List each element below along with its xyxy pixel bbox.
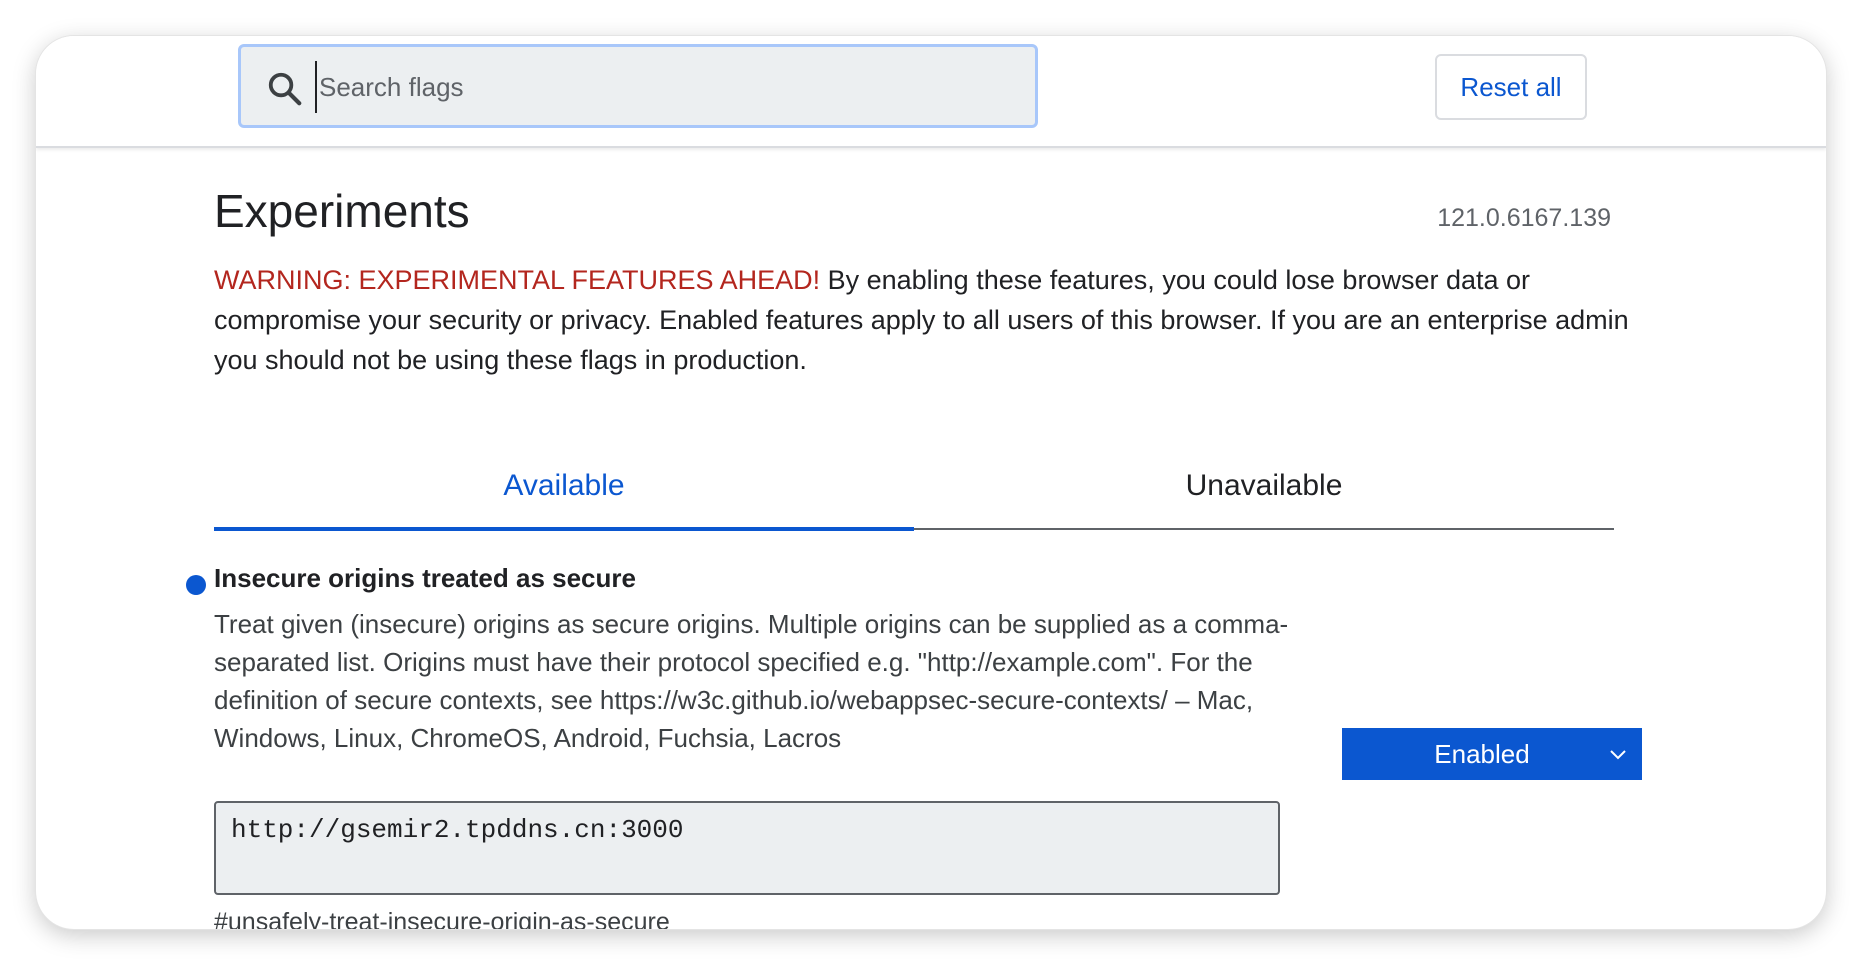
warning-message: WARNING: EXPERIMENTAL FEATURES AHEAD! By…: [214, 260, 1634, 380]
tab-available[interactable]: Available: [214, 456, 914, 531]
version-label: 121.0.6167.139: [1437, 204, 1611, 232]
flag-state-select[interactable]: Enabled: [1342, 728, 1642, 780]
tab-unavailable[interactable]: Unavailable: [914, 456, 1614, 528]
flag-title: Insecure origins treated as secure: [214, 563, 636, 593]
tab-bar: Available Unavailable: [214, 456, 1614, 531]
flag-entry: Insecure origins treated as secure Treat…: [186, 561, 1642, 929]
search-input[interactable]: [315, 61, 1021, 113]
chevron-down-icon: [1610, 750, 1626, 760]
warning-label: WARNING: EXPERIMENTAL FEATURES AHEAD!: [214, 265, 821, 295]
flags-window: Reset all Experiments 121.0.6167.139 WAR…: [36, 36, 1826, 929]
flag-permalink[interactable]: #unsafely-treat-insecure-origin-as-secur…: [214, 908, 670, 929]
search-icon: [268, 72, 302, 106]
flag-state-value: Enabled: [1434, 739, 1530, 769]
page-title: Experiments: [214, 185, 470, 237]
search-box[interactable]: [238, 44, 1038, 128]
flag-origins-textarea[interactable]: http://gsemir2.tpddns.cn:3000: [214, 801, 1280, 895]
reset-all-button[interactable]: Reset all: [1435, 54, 1587, 120]
flags-header: Reset all: [36, 36, 1826, 148]
flag-description: Treat given (insecure) origins as secure…: [214, 609, 1289, 753]
modified-dot-icon: [186, 575, 206, 595]
